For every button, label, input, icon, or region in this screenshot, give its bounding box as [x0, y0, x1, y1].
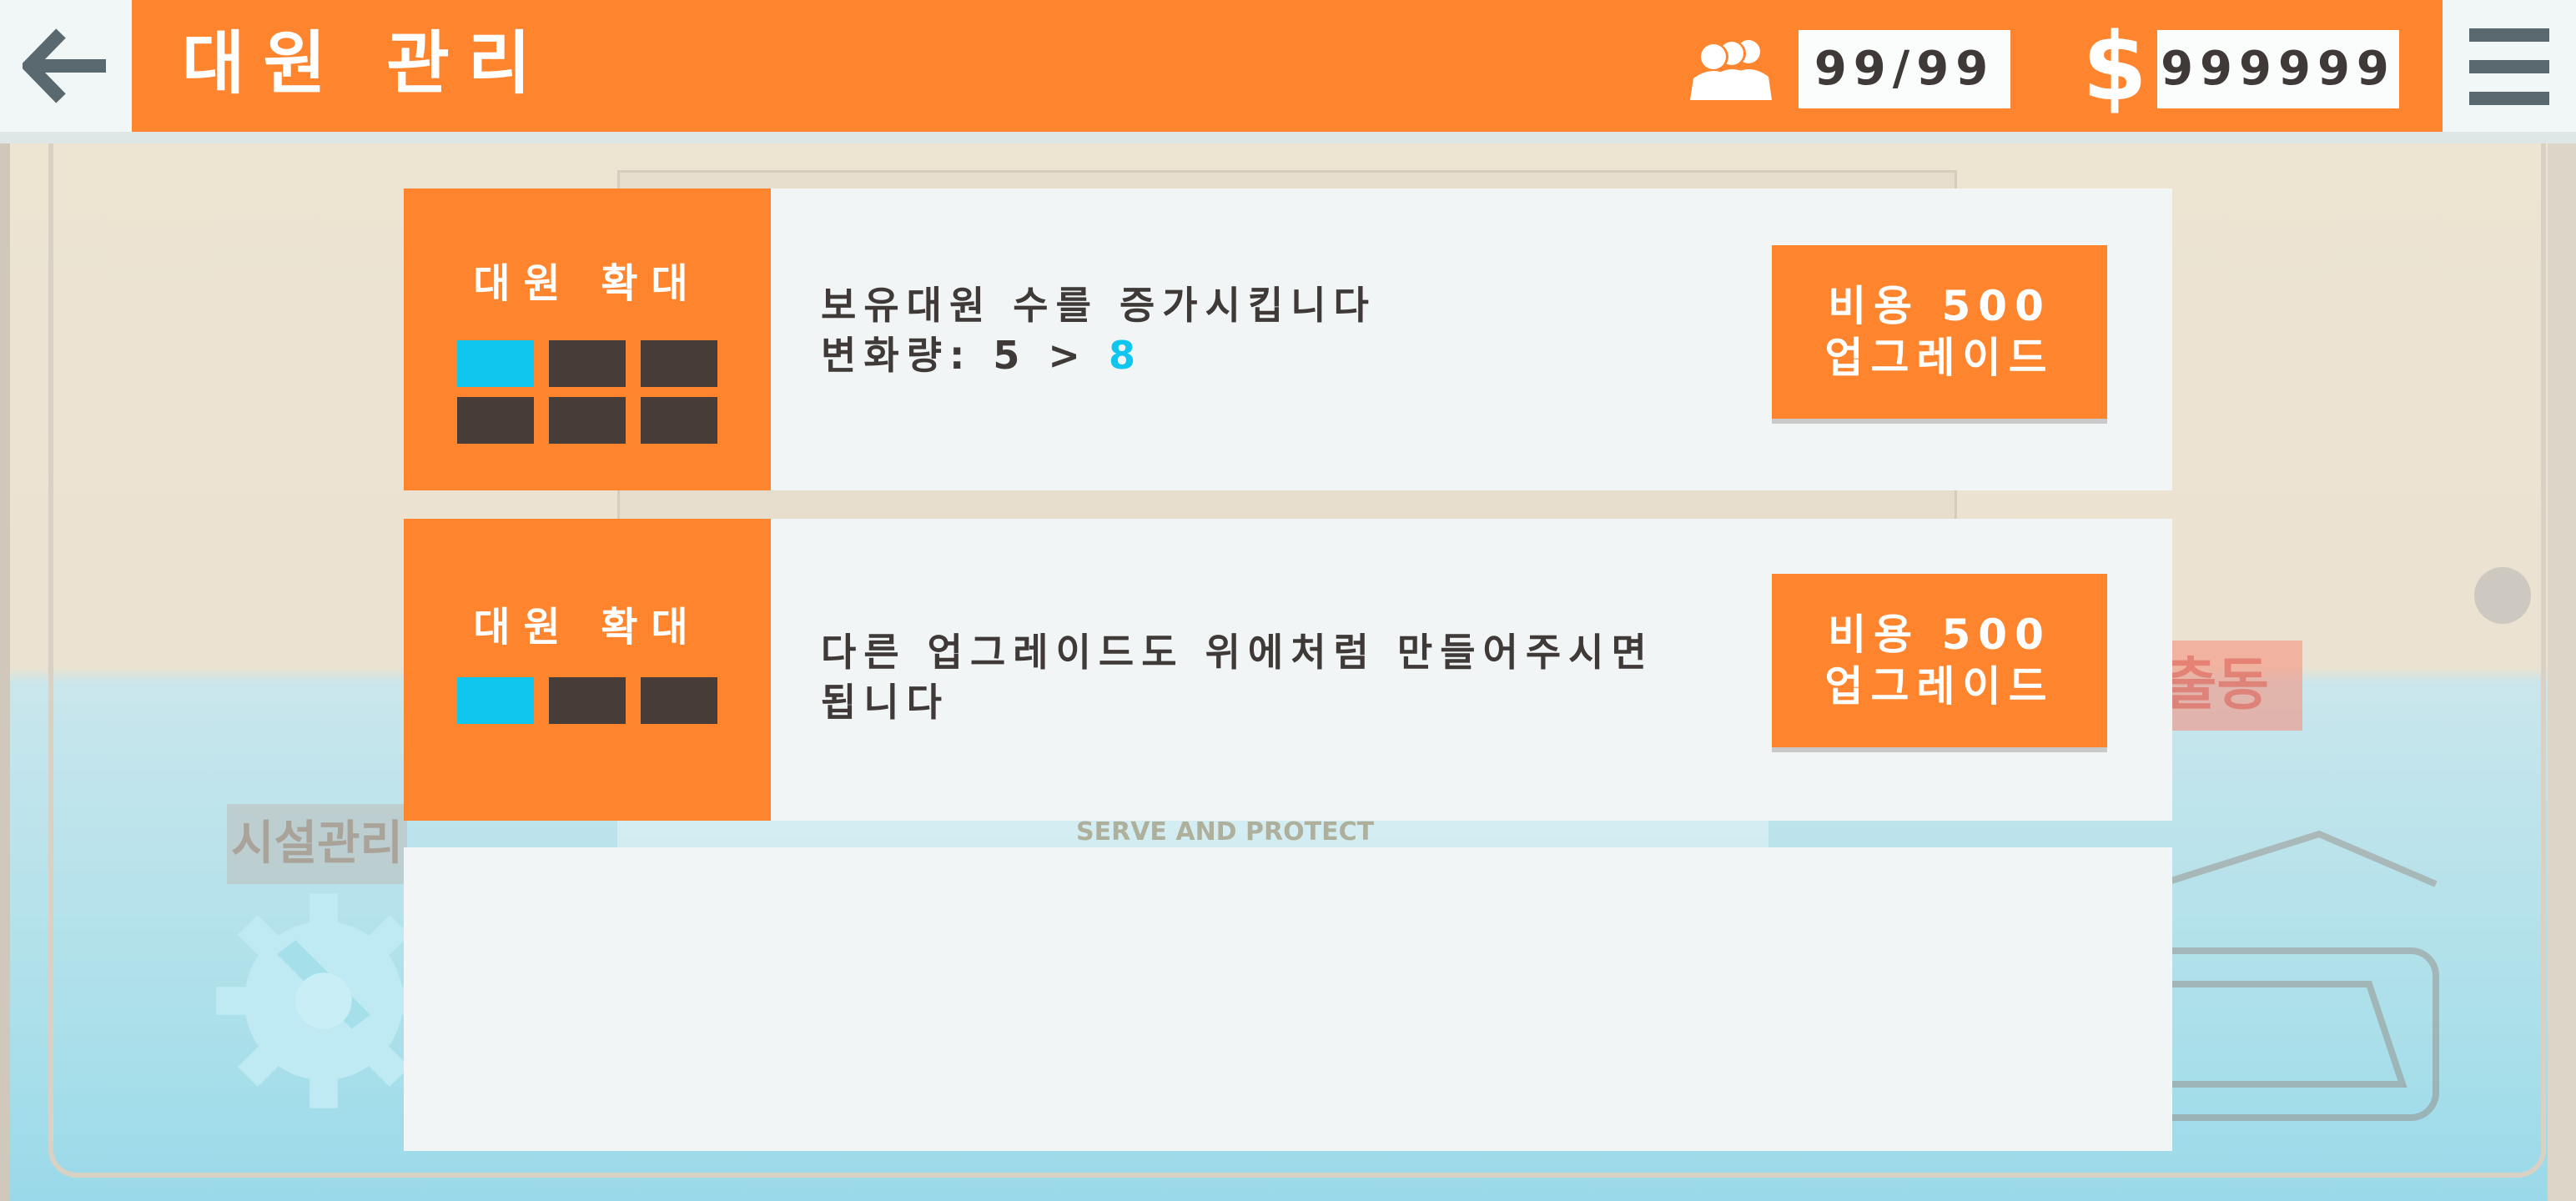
level-cell-empty	[641, 677, 717, 724]
upgrade-button-label: 업그레이드	[1824, 662, 2055, 711]
hamburger-menu-icon-line	[2469, 28, 2549, 42]
back-button[interactable]	[0, 0, 132, 132]
upgrade-description-line: 됩니다	[821, 680, 949, 725]
upgrade-button[interactable]: 비용 500 업그레이드	[1772, 245, 2107, 419]
upgrade-cost-label: 비용 500	[1828, 611, 2051, 659]
upgrade-title: 대원 확대	[473, 260, 702, 307]
upgrade-card: 대원 확대 보유대원 수를 증가시킵니다 변화량: 5 > 8 비용 500 업…	[404, 188, 2172, 490]
crew-count: 99/99	[1799, 30, 2010, 108]
hamburger-menu-icon-line	[2469, 60, 2549, 73]
background-knob	[2474, 567, 2531, 624]
upgrade-cost-label: 비용 500	[1828, 282, 2051, 330]
upgrade-card-header: 대원 확대	[404, 188, 771, 490]
level-cell-empty	[641, 397, 717, 444]
upgrade-card-header: 대원 확대	[404, 519, 771, 821]
facility-management-button: 시설관리	[227, 804, 407, 884]
empty-upgrade-slot	[404, 847, 2172, 1151]
upgrade-level-meter	[457, 340, 717, 444]
top-bar: 대원 관리 99/99 $ 999999	[0, 0, 2576, 133]
scene-left-edge	[0, 133, 10, 1201]
upgrade-title: 대원 확대	[473, 604, 702, 651]
level-cell-filled	[457, 677, 534, 724]
page-title: 대원 관리	[182, 24, 550, 103]
upgrade-button[interactable]: 비용 500 업그레이드	[1772, 574, 2107, 747]
crew-icon	[1690, 40, 1772, 100]
level-cell-empty	[549, 340, 626, 387]
level-cell-filled	[457, 340, 534, 387]
upgrade-list: 대원 확대 보유대원 수를 증가시킵니다 변화량: 5 > 8 비용 500 업…	[404, 188, 2172, 1151]
upgrade-change-value: 8	[1108, 333, 1143, 378]
level-cell-empty	[549, 397, 626, 444]
upgrade-description-line: 다른 업그레이드도 위에처럼 만들어주시면	[821, 630, 1654, 675]
menu-button[interactable]	[2443, 0, 2576, 132]
upgrade-description: 보유대원 수를 증가시킵니다 변화량: 5 > 8	[821, 280, 1738, 380]
upgrade-description: 다른 업그레이드도 위에처럼 만들어주시면 됩니다	[821, 627, 1738, 727]
upgrade-button-label: 업그레이드	[1824, 334, 2055, 382]
back-arrow-icon	[23, 28, 106, 103]
dollar-icon: $	[2082, 13, 2147, 122]
upgrade-description-line: 보유대원 수를 증가시킵니다	[821, 283, 1376, 328]
scene-right-edge	[2548, 133, 2576, 1201]
header-divider	[0, 132, 2576, 143]
hamburger-menu-icon-line	[2469, 92, 2549, 105]
level-cell-empty	[549, 677, 626, 724]
upgrade-change-prefix: 변화량: 5 >	[821, 333, 1109, 378]
upgrade-level-meter	[457, 677, 717, 724]
upgrade-change-line: 변화량: 5 > 8	[821, 330, 1738, 380]
upgrade-card: 대원 확대 다른 업그레이드도 위에처럼 만들어주시면 됩니다 비용 500 업…	[404, 519, 2172, 821]
level-cell-empty	[457, 397, 534, 444]
level-cell-empty	[641, 340, 717, 387]
money-amount: 999999	[2157, 30, 2399, 108]
